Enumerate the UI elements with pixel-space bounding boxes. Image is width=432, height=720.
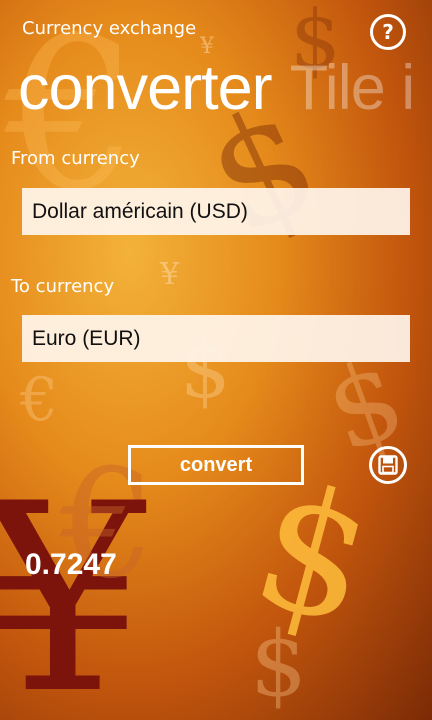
- save-button[interactable]: [369, 446, 407, 484]
- help-icon: ?: [382, 20, 394, 44]
- from-currency-picker[interactable]: Dollar américain (USD): [22, 188, 410, 235]
- euro-symbol-decoration: €: [20, 365, 59, 435]
- help-button[interactable]: ?: [370, 14, 406, 50]
- yen-symbol-decoration: ¥: [160, 257, 180, 292]
- to-currency-label: To currency: [11, 276, 115, 297]
- conversion-result: 0.7247: [25, 548, 117, 581]
- convert-button[interactable]: convert: [128, 445, 304, 485]
- dollar-symbol-decoration: $: [236, 445, 392, 665]
- to-currency-picker[interactable]: Euro (EUR): [22, 315, 410, 362]
- current-pivot-title[interactable]: converter: [18, 53, 273, 123]
- page-title: converter Tile i: [18, 52, 416, 124]
- save-icon: [378, 455, 398, 475]
- dollar-symbol-decoration: $: [250, 612, 308, 717]
- next-pivot-title[interactable]: Tile i: [290, 53, 416, 123]
- app-title: Currency exchange: [22, 18, 197, 39]
- from-currency-label: From currency: [11, 148, 140, 169]
- yen-symbol-decoration: ¥: [0, 449, 146, 720]
